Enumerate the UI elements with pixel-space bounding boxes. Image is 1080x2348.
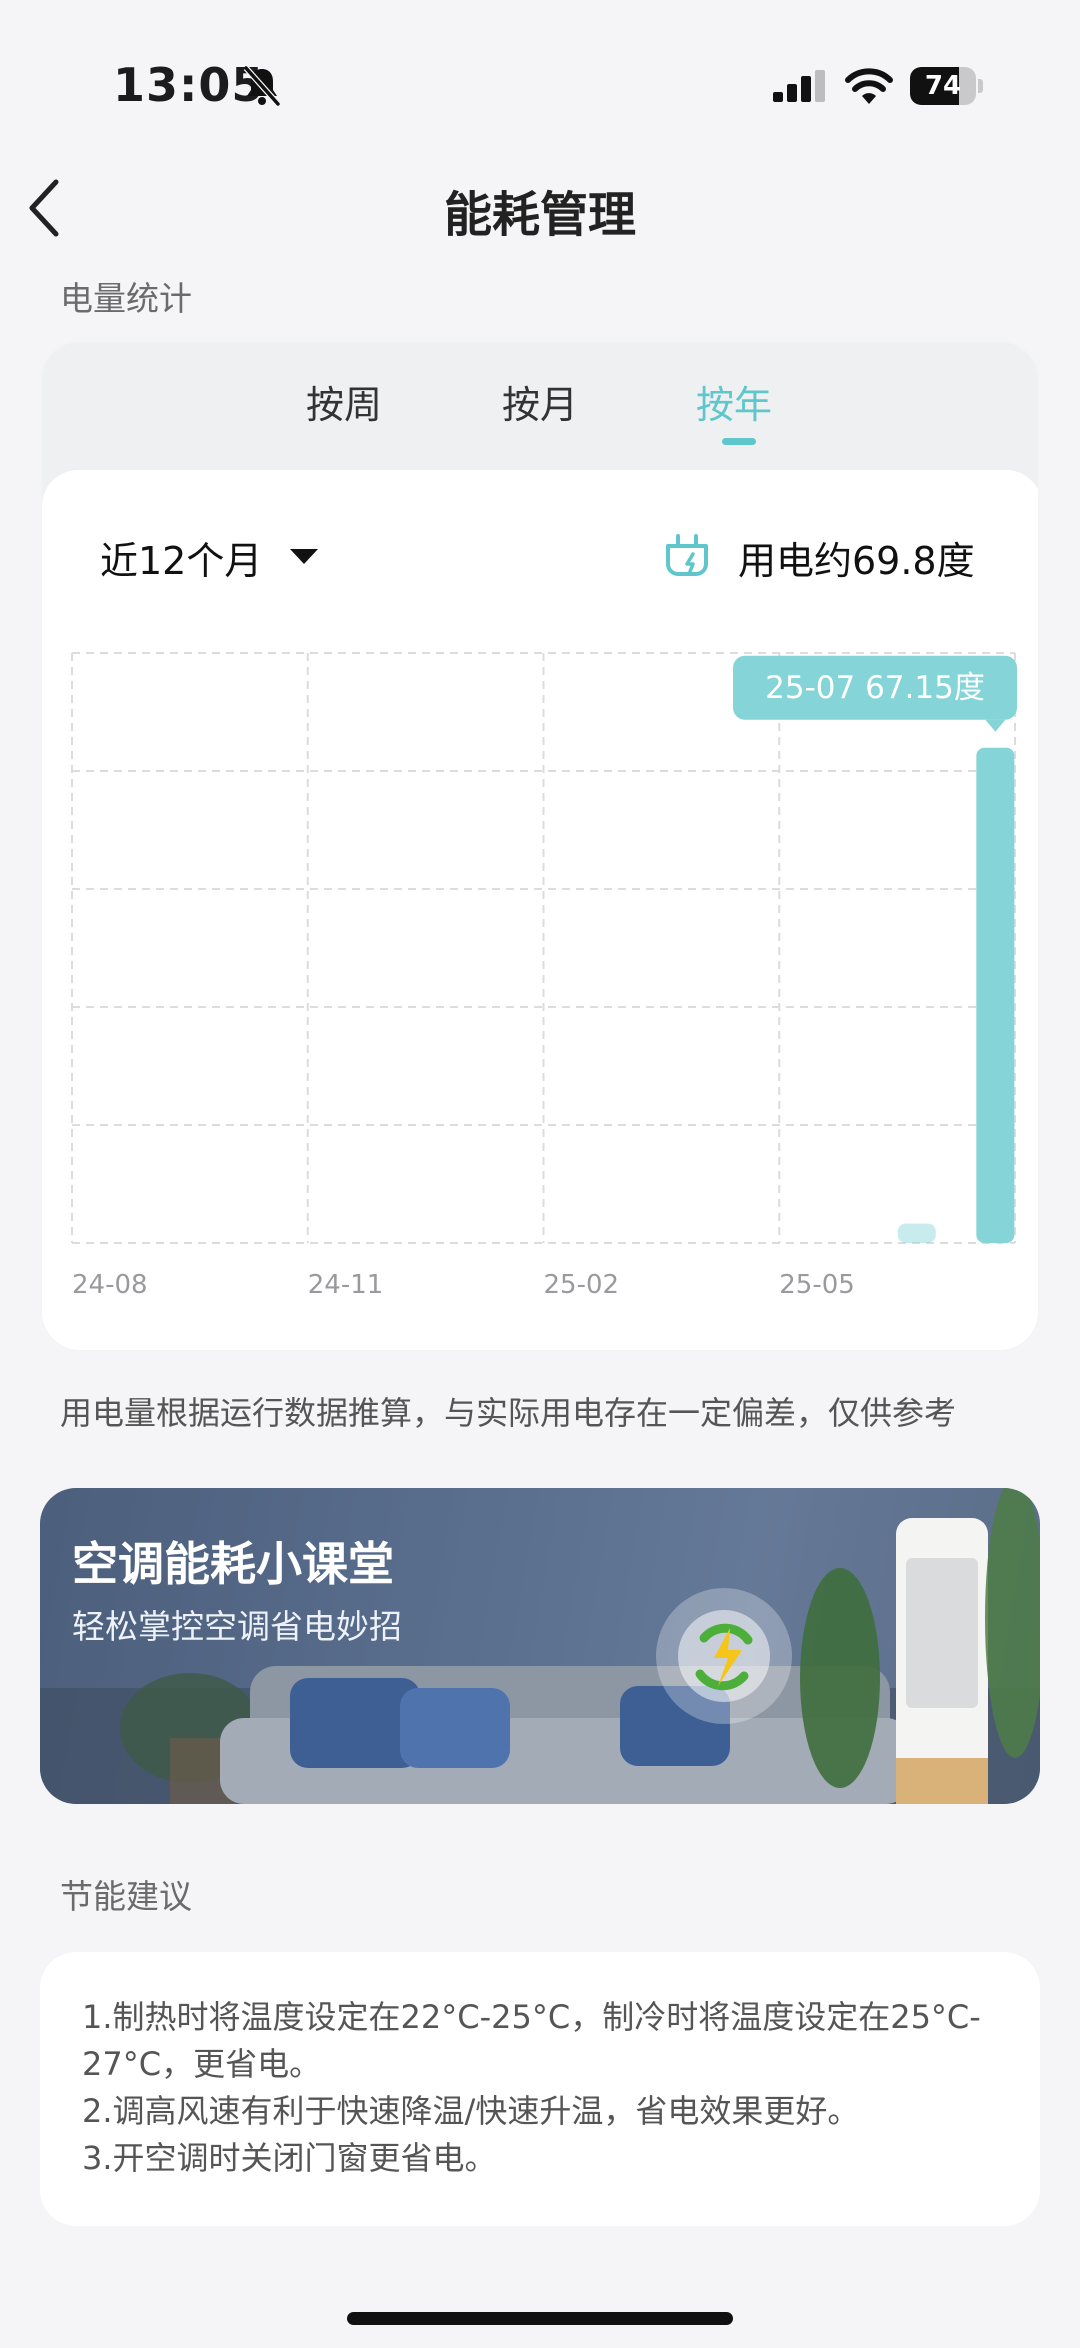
x-tick-label: 25-05 (779, 1270, 855, 1300)
usage-chart: 24-08 24-11 25-02 25-05 25-07 67.15度 (71, 652, 1017, 1300)
tooltip-pointer (985, 719, 1006, 732)
page-title: 能耗管理 (443, 187, 636, 243)
home-indicator (347, 2312, 733, 2325)
x-tick-label: 24-08 (72, 1270, 148, 1300)
energy-class-banner[interactable]: 空调能耗小课堂 轻松掌控空调省电妙招 (40, 1488, 1040, 1804)
section-label-stats: 电量统计 (60, 279, 192, 318)
tips-card: 1.制热时将温度设定在22°C-25°C，制冷时将温度设定在25°C-27°C，… (40, 1952, 1040, 2226)
bell-muted-icon (243, 66, 281, 106)
tab-indicator (722, 438, 756, 445)
battery-icon: 74 (910, 67, 984, 105)
tip-item: 3.开空调时关闭门窗更省电。 (82, 2139, 497, 2177)
tip-item: 1.制热时将温度设定在22°C-25°C，制冷时将温度设定在25°C-27°C，… (82, 1998, 981, 2083)
banner-subtitle: 轻松掌控空调省电妙招 (72, 1607, 402, 1646)
chart-bar (976, 747, 1015, 1243)
chart-panel: 近12个月 用电约69.8度 24-08 24-11 25-02 25-05 25-07… (42, 470, 1038, 1350)
stats-card: 按周 按月 按年 近12个月 用电约69.8度 24-08 24-11 25-02 2… (40, 340, 1040, 1352)
chart-bar (897, 1223, 936, 1243)
battery-level: 74 (924, 71, 962, 101)
wifi-icon (845, 68, 893, 104)
x-tick-label: 24-11 (308, 1270, 384, 1300)
tips-list: 1.制热时将温度设定在22°C-25°C，制冷时将温度设定在25°C-27°C，… (82, 1994, 1012, 2182)
tooltip-label: 25-07 67.15度 (765, 670, 985, 706)
tip-item: 2.调高风速有利于快速降温/快速升温，省电效果更好。 (82, 2092, 860, 2130)
signal-icon (773, 70, 825, 102)
tab-month[interactable]: 按月 (502, 374, 578, 429)
x-tick-label: 25-02 (544, 1270, 620, 1300)
tab-week[interactable]: 按周 (306, 374, 382, 429)
banner-title: 空调能耗小课堂 (72, 1537, 394, 1591)
section-label-tips: 节能建议 (60, 1877, 192, 1916)
tab-year[interactable]: 按年 (696, 374, 772, 429)
disclaimer-text: 用电量根据运行数据推算，与实际用电存在一定偏差，仅供参考 (60, 1394, 957, 1432)
